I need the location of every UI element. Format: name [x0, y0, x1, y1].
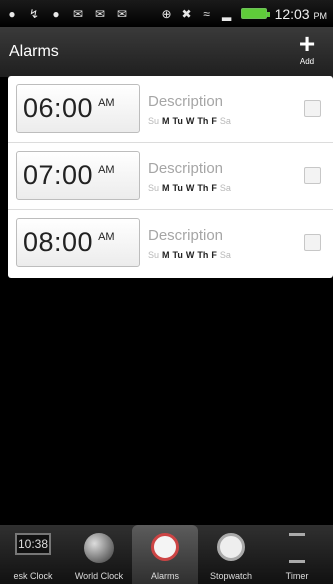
- day-tu: Tu: [172, 250, 183, 260]
- status-time-value: 12:03: [274, 5, 310, 22]
- add-alarm-button[interactable]: + Add: [289, 28, 325, 71]
- tab-world-clock[interactable]: World Clock: [66, 525, 132, 584]
- day-tu: Tu: [172, 183, 183, 193]
- desk-clock-icon: 10:38: [15, 533, 51, 555]
- app-icon: ●: [52, 6, 60, 21]
- tab-label: World Clock: [74, 571, 124, 581]
- tab-label: Stopwatch: [209, 571, 253, 581]
- status-bar: ● ↯ ● ✉ ✉ ✉ ⊕ ✖ ≈ ▂ 12:03 PM: [0, 0, 333, 27]
- day-th: Th: [197, 183, 209, 193]
- battery-icon: [240, 8, 270, 19]
- mail-icon: ✉: [72, 6, 84, 21]
- day-w: W: [185, 183, 195, 193]
- gps-icon: ⊕: [161, 6, 172, 21]
- hourglass-icon: [289, 533, 305, 563]
- alarm-enable-checkbox[interactable]: [304, 234, 321, 251]
- alarm-ampm: AM: [98, 96, 115, 109]
- alarm-list: 06:00 AM Description Su M Tu W Th F Sa 0…: [8, 76, 333, 278]
- status-time: 12:03 PM: [275, 6, 327, 22]
- alarm-item[interactable]: 06:00 AM Description Su M Tu W Th F Sa: [8, 76, 333, 143]
- sync-icon: ✖: [181, 6, 192, 21]
- alarm-time: 07:00: [23, 160, 94, 190]
- day-m: M: [162, 250, 170, 260]
- day-w: W: [185, 116, 195, 126]
- notification-icon: ↯: [28, 6, 40, 21]
- usb-icon: ●: [8, 6, 16, 21]
- day-su: Su: [148, 183, 160, 193]
- day-m: M: [162, 183, 170, 193]
- tab-label: Timer: [285, 571, 309, 581]
- alarm-time: 06:00: [23, 93, 94, 123]
- day-sa: Sa: [219, 116, 231, 126]
- tab-timer[interactable]: Timer: [264, 525, 330, 584]
- day-sa: Sa: [219, 183, 231, 193]
- day-su: Su: [148, 116, 160, 126]
- day-f: F: [211, 250, 217, 260]
- alarm-clock-icon: [151, 533, 179, 561]
- bottom-tab-bar: 10:38 esk Clock World Clock Alarms Stopw…: [0, 525, 333, 584]
- plus-icon: +: [298, 28, 316, 59]
- alarm-time: 08:00: [23, 227, 94, 257]
- add-label: Add: [299, 57, 315, 66]
- tab-desk-clock[interactable]: 10:38 esk Clock: [0, 525, 66, 584]
- alarm-ampm: AM: [98, 163, 115, 176]
- day-sa: Sa: [219, 250, 231, 260]
- alarm-days: Su M Tu W Th F Sa: [148, 183, 231, 193]
- tab-alarms[interactable]: Alarms: [132, 525, 198, 584]
- tab-label: esk Clock: [13, 571, 53, 581]
- day-th: Th: [197, 116, 209, 126]
- day-su: Su: [148, 250, 160, 260]
- day-f: F: [211, 116, 217, 126]
- alarm-item[interactable]: 07:00 AM Description Su M Tu W Th F Sa: [8, 143, 333, 210]
- day-f: F: [211, 183, 217, 193]
- signal-icon: ▂: [221, 6, 232, 21]
- alarm-time-button[interactable]: 06:00 AM: [16, 84, 140, 133]
- alarm-days: Su M Tu W Th F Sa: [148, 250, 231, 260]
- alarm-days: Su M Tu W Th F Sa: [148, 116, 231, 126]
- globe-icon: [84, 533, 114, 563]
- page-title: Alarms: [9, 43, 59, 60]
- alarm-time-button[interactable]: 07:00 AM: [16, 151, 140, 200]
- message-icon: ✉: [116, 6, 128, 21]
- alarm-description: Description: [148, 160, 224, 177]
- app-header: Alarms + Add: [0, 27, 333, 78]
- day-m: M: [162, 116, 170, 126]
- day-w: W: [185, 250, 195, 260]
- alarm-item[interactable]: 08:00 AM Description Su M Tu W Th F Sa: [8, 210, 333, 277]
- tab-stopwatch[interactable]: Stopwatch: [198, 525, 264, 584]
- alarm-enable-checkbox[interactable]: [304, 167, 321, 184]
- alarm-description: Description: [148, 93, 224, 110]
- status-time-ampm: PM: [313, 10, 328, 21]
- mail-icon: ✉: [94, 6, 106, 21]
- alarm-description: Description: [148, 227, 224, 244]
- alarm-time-button[interactable]: 08:00 AM: [16, 218, 140, 267]
- alarm-enable-checkbox[interactable]: [304, 100, 321, 117]
- alarm-ampm: AM: [98, 230, 115, 243]
- day-tu: Tu: [172, 116, 183, 126]
- notification-icons: ● ↯ ● ✉ ✉ ✉: [6, 8, 128, 20]
- tab-label: Alarms: [150, 571, 179, 581]
- wifi-icon: ≈: [203, 6, 210, 21]
- day-th: Th: [197, 250, 209, 260]
- stopwatch-icon: [217, 533, 245, 561]
